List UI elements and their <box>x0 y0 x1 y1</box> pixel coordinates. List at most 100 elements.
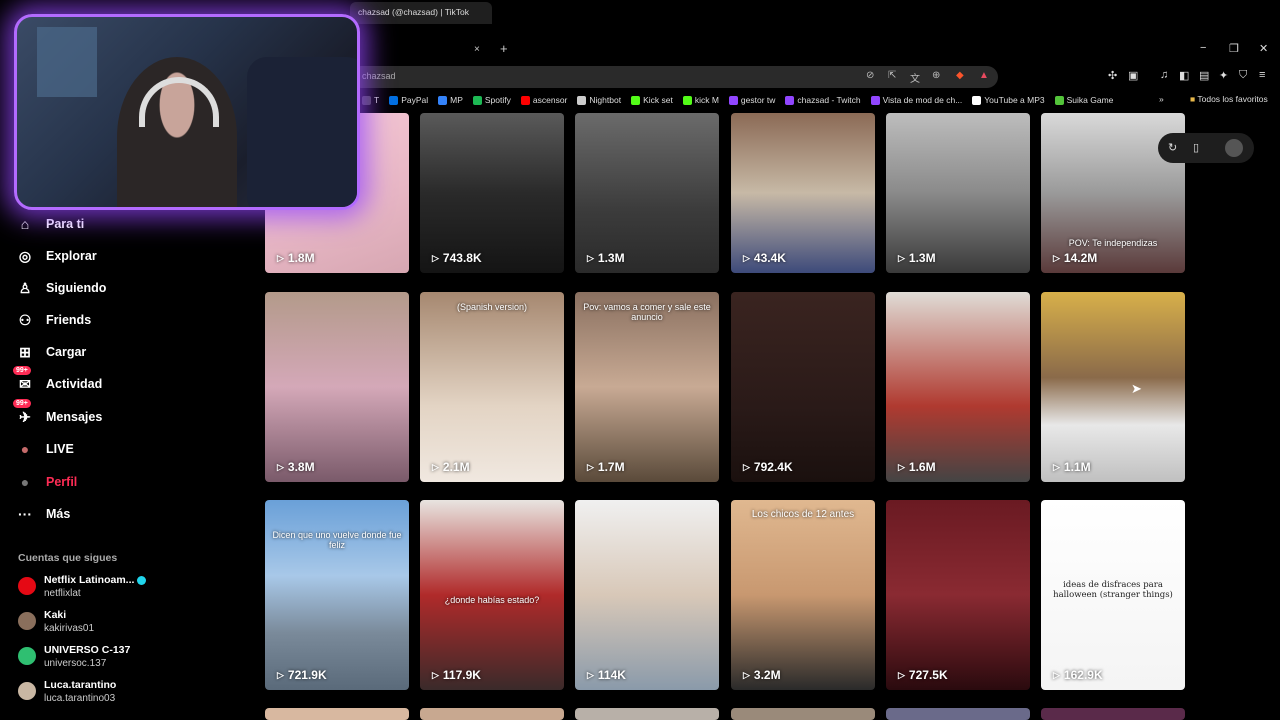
maximize-icon[interactable]: ❐ <box>1229 42 1239 55</box>
avatar <box>18 647 36 665</box>
bookmark-item[interactable]: Suika Game <box>1054 92 1113 108</box>
view-count: ▷ 1.3M <box>587 251 625 265</box>
address-bar[interactable] <box>350 66 998 88</box>
view-count: ▷ 727.5K <box>898 668 948 682</box>
sidebar-item-actividad[interactable]: ✉ 99+ Actividad <box>13 366 103 393</box>
media-icon[interactable]: ♫ <box>1160 69 1168 81</box>
messages-icon: ✈ 99+ <box>13 399 34 426</box>
video-card[interactable]: ▷ 43.4K <box>731 113 875 273</box>
view-count: ▷ 3.8M <box>277 460 315 474</box>
sidebar-item-friends[interactable]: ⚇ Friends <box>16 311 91 329</box>
video-card[interactable]: Los chicos de 12 antes ▷ 3.2M <box>731 500 875 690</box>
video-card[interactable]: ▷ 3.8M <box>265 292 409 482</box>
zoom-icon[interactable]: ⊕ <box>932 70 940 81</box>
bookmark-item[interactable]: PayPal <box>389 92 428 108</box>
bookmark-item[interactable]: T <box>362 92 379 108</box>
bookmark-item[interactable]: Vista de mod de ch... <box>870 92 962 108</box>
followed-account[interactable]: Netflix Latinoam... netflixlat <box>18 574 147 600</box>
view-count: ▷ 1.3M <box>898 251 936 265</box>
video-card[interactable]: ▷ 1.3M <box>886 113 1030 273</box>
view-count-text: 114K <box>597 668 626 682</box>
upload-icon: ⊞ <box>19 343 31 360</box>
sidebar-item-live[interactable]: ● LIVE <box>16 440 74 458</box>
view-count-text: 1.1M <box>1063 460 1091 474</box>
bookmark-item[interactable]: Nightbot <box>577 92 621 108</box>
brave-shield-icon[interactable]: ◆ <box>956 70 964 81</box>
sidebar-item-label: Explorar <box>46 249 97 263</box>
followed-account[interactable]: Luca.tarantino luca.tarantino03 <box>18 679 116 705</box>
video-card[interactable]: ¿donde habías estado? ▷ 117.9K <box>420 500 564 690</box>
new-tab-icon[interactable]: + <box>500 41 508 56</box>
account-name: Netflix Latinoam... <box>44 574 147 587</box>
sidebar-item-perfil[interactable]: ● Perfil <box>16 473 78 491</box>
avatar-icon[interactable] <box>1225 139 1243 157</box>
bookmark-label: YouTube a MP3 <box>984 95 1045 105</box>
address-text: chazsad <box>362 71 396 81</box>
video-card[interactable] <box>1041 708 1185 720</box>
vpn-icon[interactable]: ⛉ <box>1239 69 1247 82</box>
window-close-icon[interactable]: ✕ <box>1259 42 1268 55</box>
sidebar-toggle-icon[interactable]: ◧ <box>1179 69 1189 82</box>
view-count: ▷ 3.2M <box>743 668 781 682</box>
followed-account[interactable]: Kaki kakirivas01 <box>18 609 94 635</box>
all-favorites-folder[interactable]: ■ Todos los favoritos <box>1190 94 1268 104</box>
bookmarks-bar: T PayPal MP Spotify ascensor Nightbot Kick set… <box>362 92 1113 108</box>
sidebar-item-mensajes[interactable]: ✈ 99+ Mensajes <box>13 399 102 426</box>
account-handle: luca.tarantino03 <box>44 693 116 704</box>
video-card[interactable]: ▷ 727.5K <box>886 500 1030 690</box>
brave-rewards-icon[interactable]: ▲ <box>979 70 989 81</box>
sidebar-item-cargar[interactable]: ⊞ Cargar <box>16 343 86 361</box>
translate-icon[interactable]: 文 <box>910 70 920 85</box>
sidebar-item-m-s[interactable]: ··· Más <box>16 505 70 523</box>
menu-icon[interactable]: ≡ <box>1259 69 1265 81</box>
play-icon: ▷ <box>743 669 750 680</box>
video-card[interactable] <box>420 708 564 720</box>
sidebar-item-siguiendo[interactable]: ♙ Siguiendo <box>16 279 107 297</box>
browser-tab[interactable]: chazsad (@chazsad) | TikTok <box>350 2 492 24</box>
followed-account[interactable]: UNIVERSO C-137 universoc.137 <box>18 644 130 670</box>
video-card[interactable] <box>575 708 719 720</box>
bookmark-item[interactable]: YouTube a MP3 <box>972 92 1045 108</box>
wallet-icon[interactable]: ▤ <box>1199 69 1209 82</box>
bookmark-item[interactable]: Spotify <box>472 92 511 108</box>
bookmark-item[interactable]: chazsad - Twitch <box>785 92 861 108</box>
video-card[interactable]: ▷ 1.1M <box>1041 292 1185 482</box>
video-card[interactable]: ▷ 114K <box>575 500 719 690</box>
no-sync-icon[interactable]: ⊘ <box>866 70 874 81</box>
account-name: Kaki <box>44 609 94 622</box>
tab-close-icon[interactable]: × <box>474 44 480 55</box>
video-card[interactable]: ▷ 1.6M <box>886 292 1030 482</box>
video-card[interactable]: Pov: vamos a comer y sale este anuncio ▷ 1… <box>575 292 719 482</box>
video-caption: Los chicos de 12 antes <box>751 509 855 520</box>
refresh-icon[interactable]: ↻ <box>1168 141 1177 154</box>
video-card[interactable] <box>731 708 875 720</box>
bookmark-item[interactable]: ascensor <box>520 92 567 108</box>
video-card[interactable]: Dicen que uno vuelve donde fue feliz ▷ 721… <box>265 500 409 690</box>
video-card[interactable]: ▷ 792.4K <box>731 292 875 482</box>
bookmark-item[interactable]: gestor tw <box>728 92 775 108</box>
open-external-icon[interactable]: ⇱ <box>888 70 896 81</box>
extensions-icon[interactable]: ✣ <box>1108 69 1117 82</box>
video-caption: ideas de disfraces para halloween (stran… <box>1053 580 1173 600</box>
all-favorites-label: Todos los favoritos <box>1197 94 1268 104</box>
sidebar-item-label: Actividad <box>46 377 103 391</box>
bookmarks-more-icon[interactable]: » <box>1159 94 1164 104</box>
video-card[interactable] <box>886 708 1030 720</box>
sidebar-item-explorar[interactable]: ◎ Explorar <box>16 247 97 265</box>
bookmark-item[interactable]: MP <box>438 92 463 108</box>
video-card[interactable]: ▷ 743.8K <box>420 113 564 273</box>
sidebar-item-para-ti[interactable]: ⌂ Para ti <box>16 215 84 233</box>
video-card[interactable]: (Spanish version) ▷ 2.1M <box>420 292 564 482</box>
ai-icon[interactable]: ✦ <box>1219 69 1228 82</box>
bookmark-favicon-icon <box>438 95 448 105</box>
bookmark-favicon-icon <box>682 95 692 105</box>
screenshot-icon[interactable]: ▣ <box>1128 69 1138 82</box>
minimize-icon[interactable]: − <box>1200 42 1206 54</box>
video-card[interactable]: ideas de disfraces para halloween (stran… <box>1041 500 1185 690</box>
webcam-background <box>37 27 97 97</box>
bookmark-item[interactable]: Kick set <box>631 92 673 108</box>
video-card[interactable] <box>265 708 409 720</box>
bookmark-item[interactable]: kick M <box>682 92 719 108</box>
video-card[interactable]: ▷ 1.3M <box>575 113 719 273</box>
phone-icon[interactable]: ▯ <box>1193 141 1199 154</box>
